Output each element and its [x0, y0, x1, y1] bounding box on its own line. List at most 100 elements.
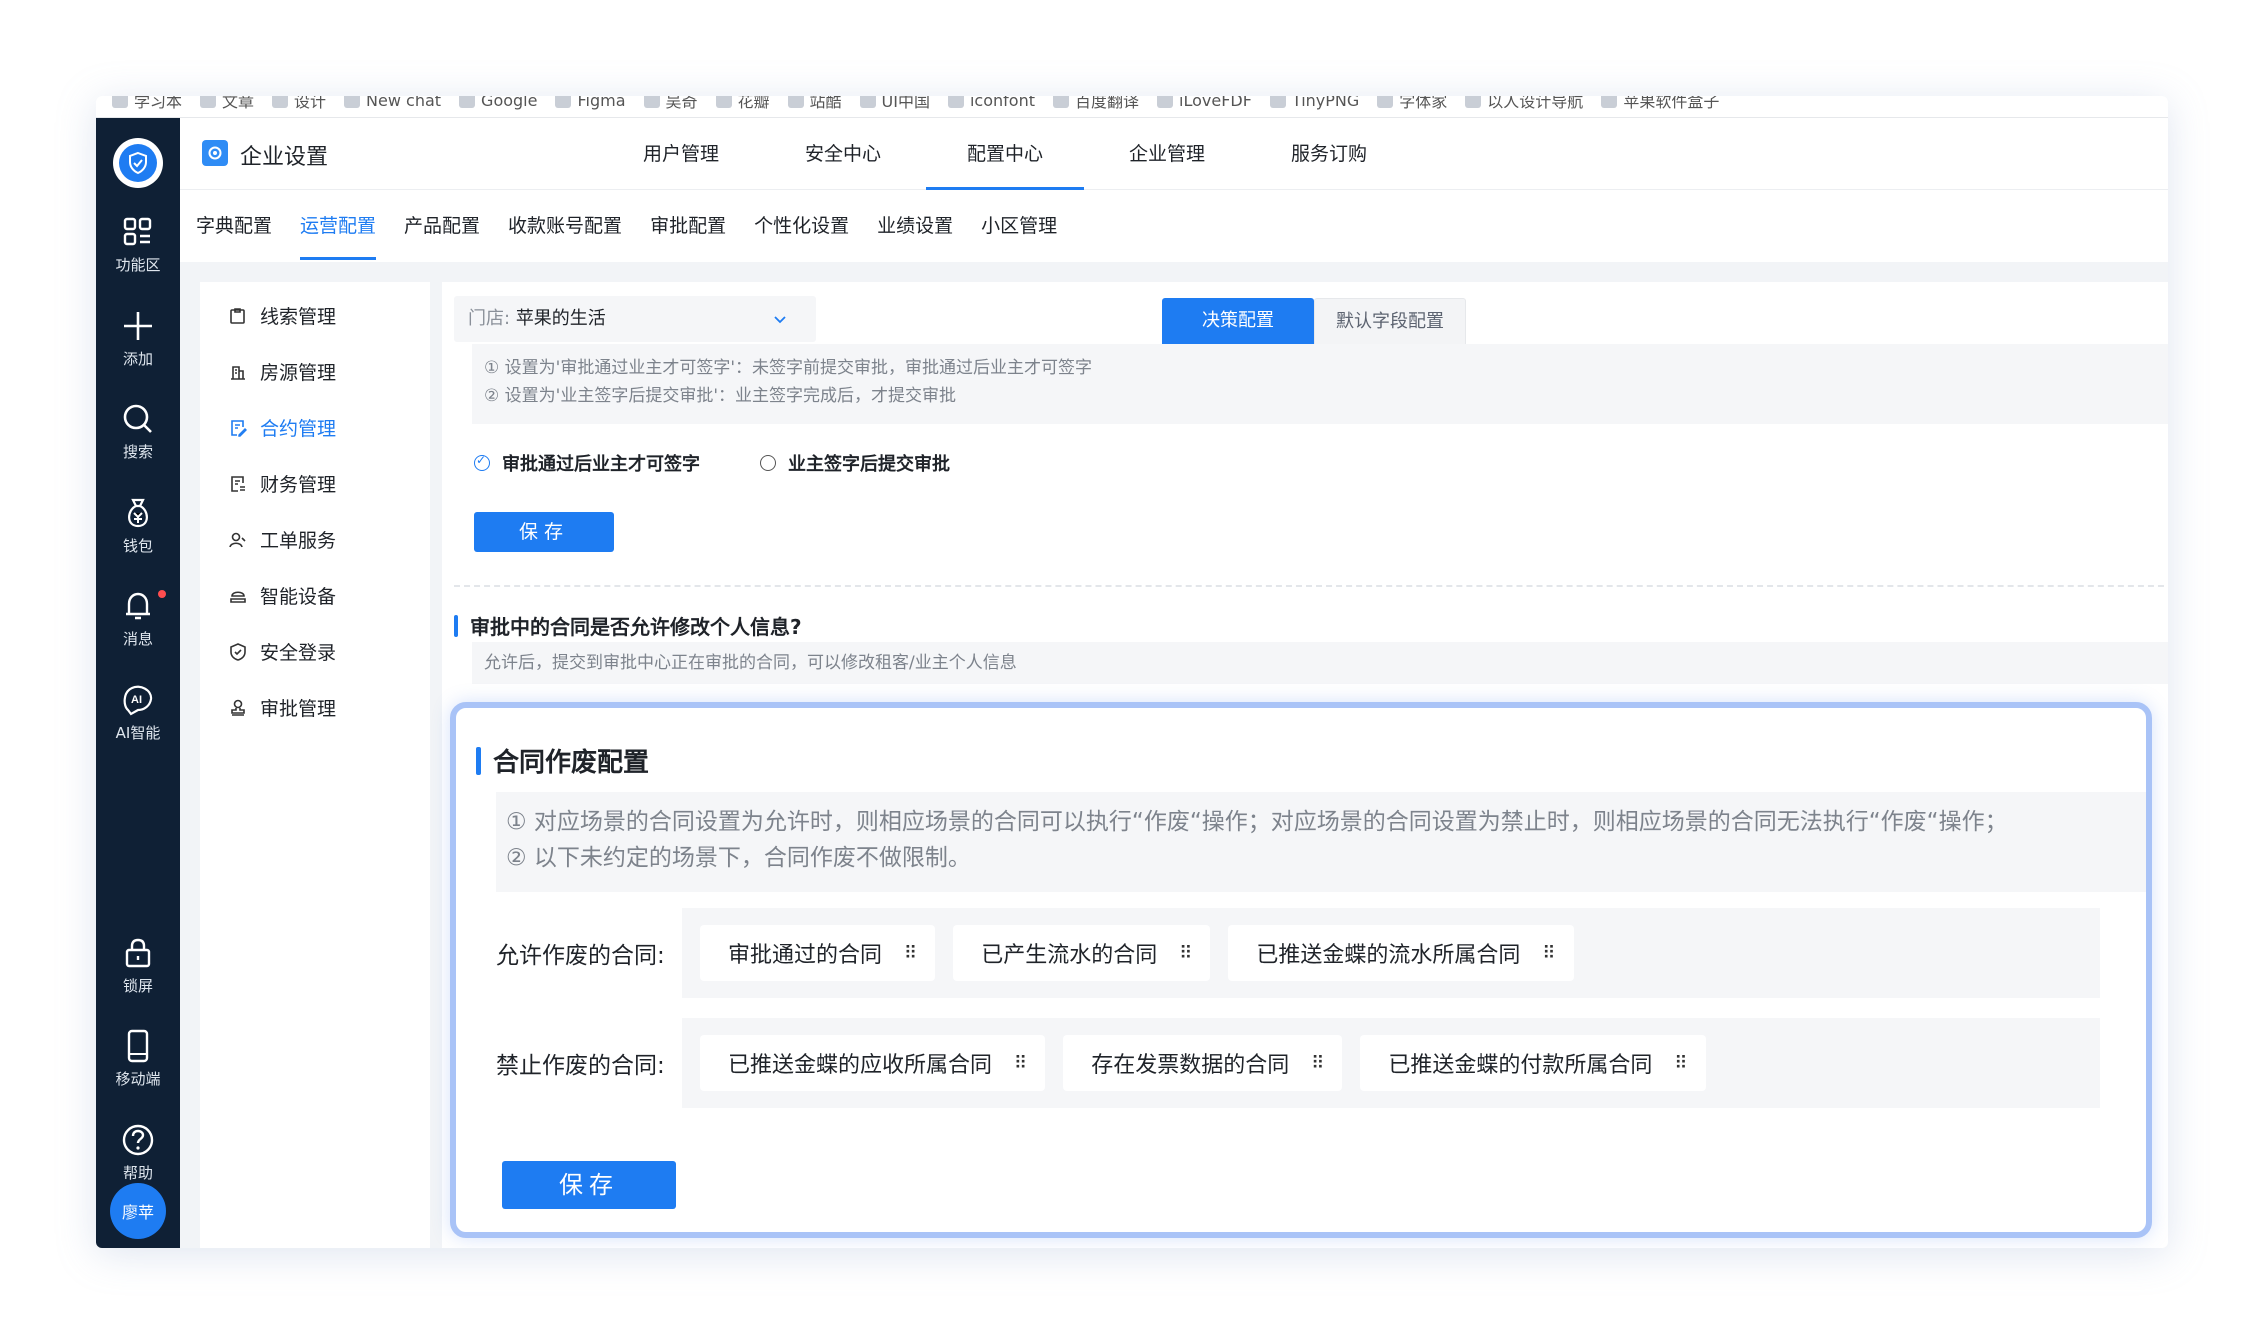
sign-rule-tip: ① 设置为'审批通过业主才可签字'：未签字前提交审批，审批通过后业主才可签字 ②… — [472, 344, 2168, 424]
allow-void-chips: 审批通过的合同 ⠿ 已产生流水的合同 ⠿ 已推送金蝶的流水所属合同 ⠿ — [682, 908, 2100, 998]
bookmark[interactable]: 文章 — [200, 96, 254, 112]
top-nav-security[interactable]: 安全中心 — [762, 118, 924, 190]
menu-item-housing[interactable]: 房源管理 — [228, 358, 336, 385]
section-accent-bar — [476, 746, 481, 775]
rail-item-add[interactable]: 添加 — [96, 308, 180, 369]
rail-item-ai[interactable]: AI AI智能 — [96, 682, 180, 743]
ai-icon: AI — [123, 685, 153, 716]
user-service-icon — [229, 532, 246, 547]
tab-product[interactable]: 产品配置 — [404, 190, 480, 262]
tip-line: ① 设置为'审批通过业主才可签字'：未签字前提交审批，审批通过后业主才可签字 — [484, 358, 1092, 378]
money-bag-icon — [128, 498, 148, 528]
bookmark[interactable]: 百度翻译 — [1053, 96, 1139, 112]
contract-void-config-card: 合同作废配置 ① 对应场景的合同设置为允许时，则相应场景的合同可以执行“作废“操… — [450, 702, 2152, 1238]
top-nav-user[interactable]: 用户管理 — [600, 118, 762, 190]
rail-item-help[interactable]: 帮助 — [96, 1122, 180, 1183]
rail-label: 锁屏 — [122, 977, 153, 995]
bookmark[interactable]: 站酷 — [787, 96, 842, 112]
contract-chip[interactable]: 已推送金蝶的付款所属合同 ⠿ — [1360, 1035, 1706, 1091]
tab-decision-config[interactable]: 决策配置 — [1162, 298, 1314, 344]
contract-chip[interactable]: 存在发票数据的合同 ⠿ — [1063, 1035, 1343, 1091]
menu-item-leads[interactable]: 线索管理 — [228, 302, 336, 329]
contract-chip[interactable]: 已产生流水的合同 ⠿ — [953, 925, 1211, 981]
chip-label: 已产生流水的合同 — [981, 943, 1158, 968]
bookmark[interactable]: Figma — [555, 96, 626, 112]
section-accent-bar — [454, 614, 458, 637]
contract-chip[interactable]: 已推送金蝶的应收所属合同 ⠿ — [700, 1035, 1046, 1091]
save-button[interactable]: 保存 — [474, 512, 614, 552]
menu-item-secure-login[interactable]: 安全登录 — [228, 638, 336, 665]
bookmark[interactable]: iconfont — [947, 96, 1035, 112]
bookmark[interactable]: UI中国 — [859, 96, 930, 112]
bookmark[interactable]: TinyPNG — [1269, 96, 1359, 112]
bookmark-icon — [272, 96, 289, 108]
radio-label: 审批通过后业主才可签字 — [502, 454, 700, 475]
menu-item-label: 智能设备 — [260, 586, 337, 608]
forbid-void-chips: 已推送金蝶的应收所属合同 ⠿ 存在发票数据的合同 ⠿ 已推送金蝶的付款所属合同 ⠿ — [682, 1018, 2100, 1108]
rail-item-wallet[interactable]: 钱包 — [96, 495, 180, 556]
tab-dictionary[interactable]: 字典配置 — [196, 190, 272, 262]
drag-handle-icon[interactable]: ⠿ — [1674, 1053, 1687, 1074]
bookmark-icon — [715, 96, 732, 108]
top-nav-enterprise[interactable]: 企业管理 — [1086, 118, 1248, 190]
bookmark[interactable]: 以人设计导航 — [1465, 96, 1583, 112]
forbid-void-row: 禁止作废的合同: 已推送金蝶的应收所属合同 ⠿ 存在发票数据的合同 ⠿ 已推送金蝶的… — [496, 1018, 2100, 1108]
store-select[interactable]: 门店: 苹果的生活 — [454, 296, 816, 342]
app-logo[interactable] — [113, 138, 163, 188]
bookmark[interactable]: 吴奇 — [643, 96, 698, 112]
drag-handle-icon[interactable]: ⠿ — [904, 943, 917, 964]
rail-item-search[interactable]: 搜索 — [96, 401, 180, 462]
save-void-config-button[interactable]: 保存 — [502, 1161, 676, 1209]
tab-payment-account[interactable]: 收款账号配置 — [508, 190, 622, 262]
drag-handle-icon[interactable]: ⠿ — [1542, 943, 1555, 964]
tab-community[interactable]: 小区管理 — [981, 190, 1057, 262]
page-title: 企业设置 — [240, 145, 329, 170]
rail-item-mobile[interactable]: 移动端 — [96, 1028, 180, 1089]
rail-item-functions[interactable]: 功能区 — [96, 214, 180, 275]
bookmark[interactable]: 学习本 — [112, 96, 182, 112]
tab-performance[interactable]: 业绩设置 — [877, 190, 953, 262]
building-icon — [231, 365, 245, 380]
bookmark[interactable]: Google — [459, 96, 537, 112]
app-rail: 功能区 添加 搜索 钱包 消息 AI AI智能 锁屏 移动端 帮助 廖苹 — [96, 118, 180, 1248]
drag-handle-icon[interactable]: ⠿ — [1014, 1053, 1027, 1074]
menu-item-finance[interactable]: 财务管理 — [228, 470, 336, 497]
tab-approval[interactable]: 审批配置 — [650, 190, 726, 262]
bookmark-icon — [1601, 96, 1618, 108]
rail-item-lock[interactable]: 锁屏 — [96, 935, 180, 996]
help-icon — [122, 1124, 154, 1156]
bookmark[interactable]: New chat — [344, 96, 441, 112]
top-nav-subscription[interactable]: 服务订购 — [1248, 118, 1410, 190]
avatar[interactable]: 廖苹 — [110, 1183, 166, 1239]
contract-chip[interactable]: 审批通过的合同 ⠿ — [700, 925, 936, 981]
menu-item-contract[interactable]: 合约管理 — [228, 414, 336, 441]
bookmark[interactable]: iLoveFDF — [1157, 96, 1252, 112]
tab-personalize[interactable]: 个性化设置 — [754, 190, 849, 262]
tip-line: ② 以下未约定的场景下，合同作废不做限制。 — [506, 845, 971, 871]
menu-item-label: 房源管理 — [260, 362, 337, 384]
bookmark-icon — [859, 96, 876, 108]
divider — [454, 585, 2168, 587]
rail-label: 搜索 — [122, 443, 153, 461]
rail-item-messages[interactable]: 消息 — [96, 588, 180, 649]
drag-handle-icon[interactable]: ⠿ — [1311, 1053, 1324, 1074]
menu-item-label: 安全登录 — [260, 642, 337, 664]
tab-default-fields[interactable]: 默认字段配置 — [1314, 298, 1466, 344]
menu-item-workorder[interactable]: 工单服务 — [228, 526, 336, 553]
contract-chip[interactable]: 已推送金蝶的流水所属合同 ⠿ — [1228, 925, 1574, 981]
bookmark[interactable]: 花瓣 — [715, 96, 770, 112]
menu-item-approval[interactable]: 审批管理 — [228, 694, 336, 721]
menu-item-devices[interactable]: 智能设备 — [228, 582, 336, 609]
sign-rule-radios: 审批通过后业主才可签字 业主签字后提交审批 — [474, 450, 950, 476]
void-rule-tip: ① 对应场景的合同设置为允许时，则相应场景的合同可以执行“作废“操作；对应场景的… — [496, 792, 2146, 892]
bookmark[interactable]: 设计 — [272, 96, 326, 112]
rail-label: 功能区 — [115, 256, 161, 274]
radio-approve-then-sign[interactable]: 审批通过后业主才可签字 — [474, 450, 700, 476]
tab-operations[interactable]: 运营配置 — [300, 190, 377, 262]
bookmark[interactable]: 苹果软件盒子 — [1601, 96, 1719, 112]
radio-sign-then-approve[interactable]: 业主签字后提交审批 — [760, 450, 950, 476]
bookmark[interactable]: 字体家 — [1377, 96, 1447, 112]
drag-handle-icon[interactable]: ⠿ — [1179, 943, 1192, 964]
top-nav-config[interactable]: 配置中心 — [924, 118, 1086, 190]
allow-void-label: 允许作废的合同: — [496, 943, 665, 969]
